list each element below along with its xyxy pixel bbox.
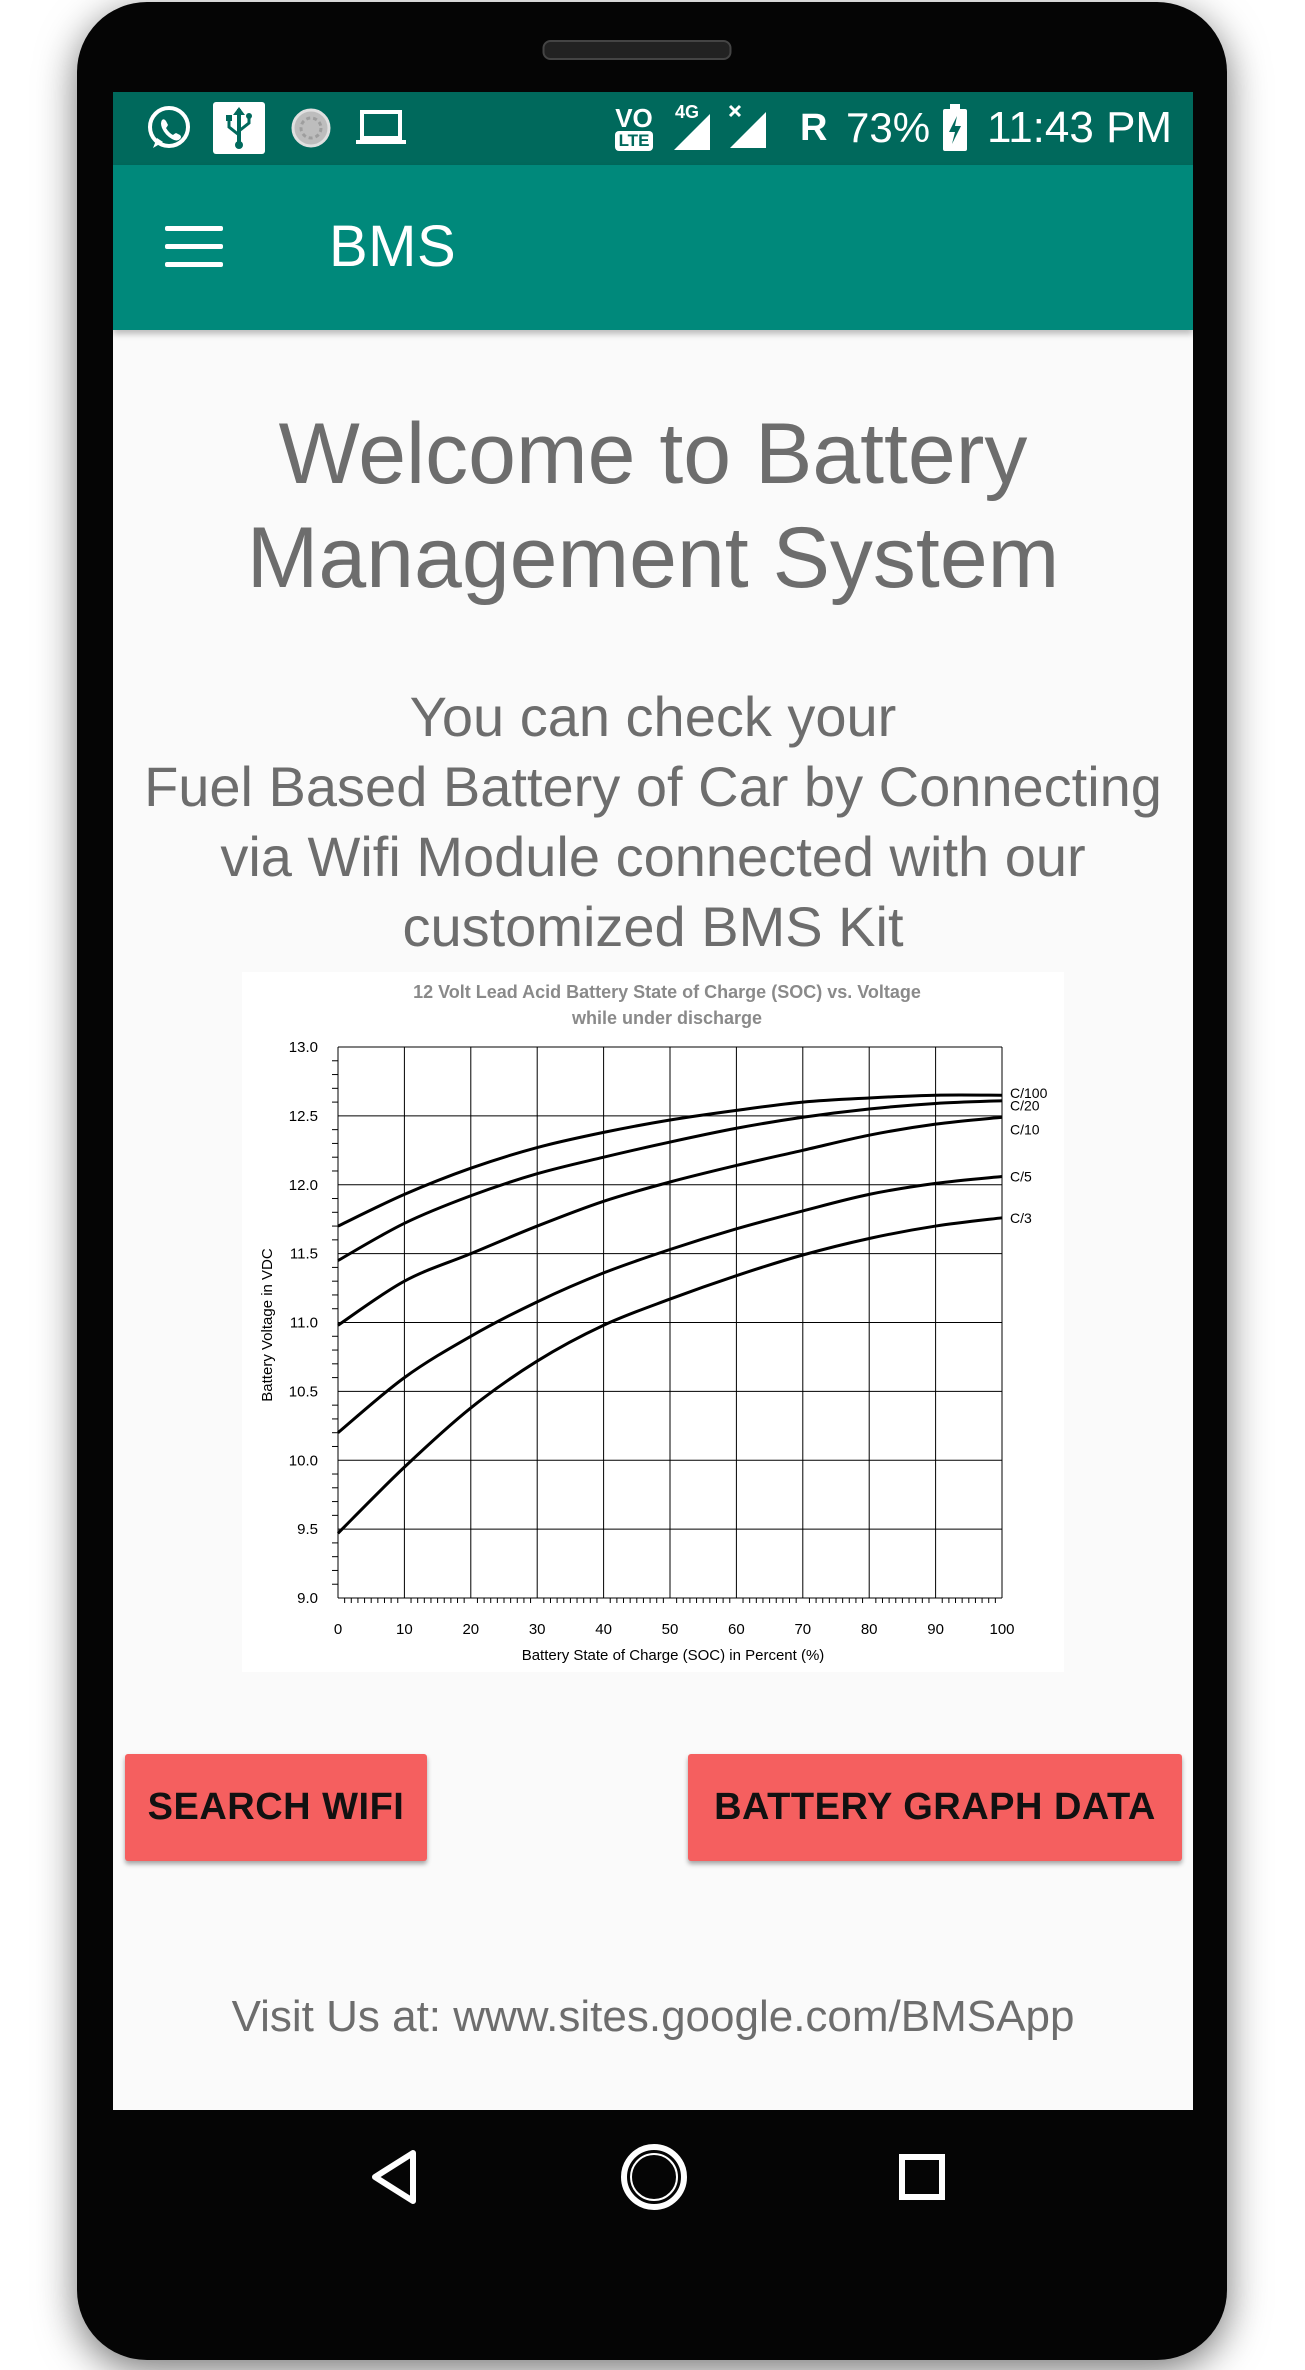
recents-square-icon — [899, 2154, 945, 2200]
x-tick-label: 40 — [595, 1621, 612, 1638]
x-tick-label: 70 — [794, 1621, 811, 1638]
home-button[interactable] — [614, 2137, 694, 2217]
no-signal-icon — [725, 102, 771, 154]
x-tick-label: 100 — [989, 1621, 1014, 1638]
welcome-line-1: Welcome to Battery — [278, 406, 1028, 502]
x-tick-label: 0 — [334, 1621, 342, 1638]
hamburger-menu-icon[interactable] — [165, 226, 223, 268]
volte-icon: VO LTE — [606, 102, 662, 154]
y-tick-label: 11.0 — [290, 1315, 318, 1332]
screen: VO LTE 4G R 73% 11:43 PM BMS Welcome to … — [113, 92, 1193, 2110]
status-bar: VO LTE 4G R 73% 11:43 PM — [113, 92, 1193, 165]
welcome-heading: Welcome to Battery Management System — [113, 402, 1193, 610]
sync-icon — [285, 102, 337, 154]
x-tick-label: 60 — [728, 1621, 745, 1638]
visit-link-text[interactable]: Visit Us at: www.sites.google.com/BMSApp — [113, 1992, 1193, 2042]
4g-signal-icon: 4G — [669, 102, 715, 154]
x-tick-label: 20 — [462, 1621, 479, 1638]
roaming-indicator: R — [800, 107, 828, 149]
battery-graph-data-button[interactable]: BATTERY GRAPH DATA — [688, 1754, 1182, 1861]
battery-charging-icon — [940, 102, 970, 154]
recents-button[interactable] — [882, 2137, 962, 2217]
series-label: C/10 — [1010, 1121, 1040, 1137]
chart-x-axis-label: Battery State of Charge (SOC) in Percent… — [522, 1647, 825, 1664]
app-title: BMS — [329, 214, 457, 279]
chart-title-line-2: while under discharge — [571, 1008, 762, 1028]
y-tick-label: 11.5 — [290, 1246, 318, 1263]
series-label: C/20 — [1010, 1098, 1040, 1114]
usb-icon — [213, 102, 265, 154]
lte-label: LTE — [614, 131, 654, 151]
y-tick-label: 13.0 — [289, 1039, 318, 1056]
volte-label: VO — [615, 103, 653, 133]
y-tick-label: 10.5 — [289, 1383, 318, 1400]
y-tick-label: 9.0 — [297, 1590, 318, 1607]
speaker-grille — [542, 40, 732, 60]
x-tick-label: 30 — [529, 1621, 546, 1638]
chart-svg: 12 Volt Lead Acid Battery State of Charg… — [259, 982, 1048, 1664]
description: You can check your Fuel Based Battery of… — [113, 682, 1193, 962]
y-tick-label: 12.0 — [289, 1177, 318, 1194]
series-label: C/3 — [1010, 1210, 1032, 1226]
description-line-3: via Wifi Module connected with our — [220, 825, 1086, 888]
description-line-4: customized BMS Kit — [402, 895, 904, 958]
welcome-line-2: Management System — [246, 510, 1060, 606]
chart-title-line-1: 12 Volt Lead Acid Battery State of Charg… — [413, 982, 921, 1002]
series-label: C/5 — [1010, 1168, 1032, 1184]
battery-percent: 73% — [846, 104, 931, 151]
back-triangle-icon — [372, 2150, 416, 2204]
chart-y-axis-label: Battery Voltage in VDC — [259, 1248, 276, 1402]
x-tick-label: 50 — [662, 1621, 679, 1638]
clock: 11:43 PM — [987, 103, 1173, 152]
y-tick-label: 9.5 — [297, 1521, 318, 1538]
y-tick-label: 12.5 — [289, 1108, 318, 1125]
whatsapp-icon — [143, 102, 195, 154]
laptop-icon — [353, 102, 409, 154]
soc-voltage-chart: 12 Volt Lead Acid Battery State of Charg… — [242, 972, 1064, 1672]
x-tick-label: 90 — [927, 1621, 944, 1638]
home-circle-icon — [621, 2144, 687, 2210]
y-tick-label: 10.0 — [289, 1452, 318, 1469]
search-wifi-button[interactable]: SEARCH WIFI — [125, 1754, 427, 1861]
network-label: 4G — [675, 102, 700, 122]
back-button[interactable] — [354, 2137, 434, 2217]
x-tick-label: 10 — [396, 1621, 413, 1638]
app-bar: BMS — [113, 165, 1193, 330]
x-tick-label: 80 — [861, 1621, 878, 1638]
description-line-2: Fuel Based Battery of Car by Connecting — [144, 755, 1162, 818]
description-line-1: You can check your — [409, 685, 897, 748]
